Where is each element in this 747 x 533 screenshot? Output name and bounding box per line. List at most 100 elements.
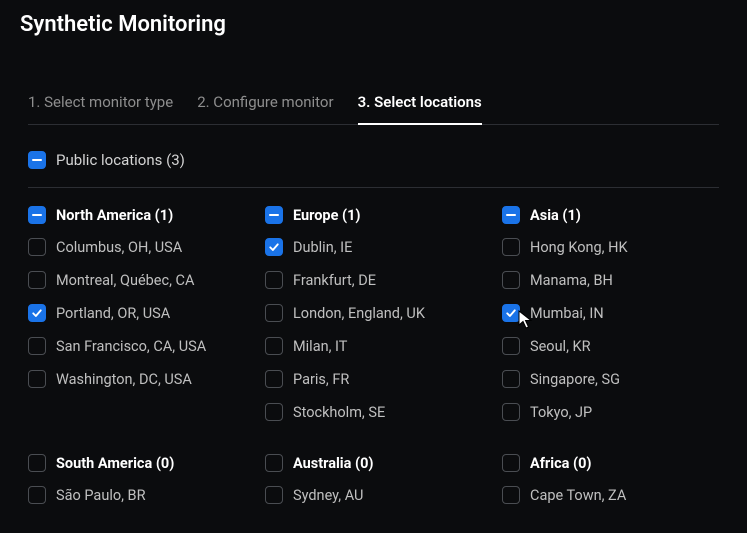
location-label: Dublin, IE [293, 239, 352, 256]
public-locations-label: Public locations (3) [56, 151, 185, 169]
location-checkbox[interactable] [502, 486, 520, 504]
minus-icon [269, 214, 279, 217]
location-item[interactable]: Mumbai, IN [502, 304, 719, 322]
location-checkbox[interactable] [28, 486, 46, 504]
location-label: Stockholm, SE [293, 404, 385, 421]
location-item[interactable]: Hong Kong, HK [502, 238, 719, 256]
location-checkbox[interactable] [265, 486, 283, 504]
location-label: Singapore, SG [530, 371, 620, 388]
location-checkbox[interactable] [28, 304, 46, 322]
region-label: Africa (0) [530, 455, 591, 472]
location-label: Washington, DC, USA [56, 371, 192, 388]
location-checkbox[interactable] [28, 238, 46, 256]
region-label: South America (0) [56, 455, 174, 472]
region-label: Asia (1) [530, 207, 581, 224]
location-label: Paris, FR [293, 371, 349, 388]
wizard-step-1[interactable]: 1. Select monitor type [28, 83, 173, 124]
location-label: Mumbai, IN [530, 305, 604, 322]
location-label: Hong Kong, HK [530, 239, 628, 256]
region-south-america: South America (0) São Paulo, BR [28, 454, 245, 519]
location-checkbox[interactable] [502, 271, 520, 289]
location-checkbox[interactable] [28, 271, 46, 289]
region-checkbox-south-america[interactable] [28, 454, 46, 472]
region-label: North America (1) [56, 207, 173, 224]
region-checkbox-europe[interactable] [265, 206, 283, 224]
location-label: Columbus, OH, USA [56, 239, 182, 256]
location-label: Cape Town, ZA [530, 487, 626, 504]
region-header-north-america: North America (1) [28, 206, 245, 224]
location-checkbox[interactable] [502, 337, 520, 355]
public-locations-checkbox[interactable] [28, 151, 46, 169]
regions-row-2: South America (0) São Paulo, BR Australia … [28, 454, 719, 519]
regions-row-1: North America (1) Columbus, OH, USA Montre… [28, 206, 719, 436]
wizard-step-2[interactable]: 2. Configure monitor [197, 83, 333, 124]
location-checkbox[interactable] [265, 238, 283, 256]
location-label: Portland, OR, USA [56, 305, 170, 322]
region-europe: Europe (1) Dublin, IE Frankfurt, DE London,… [265, 206, 482, 436]
location-label: Manama, BH [530, 272, 613, 289]
location-item[interactable]: Dublin, IE [265, 238, 482, 256]
location-item[interactable]: Portland, OR, USA [28, 304, 245, 322]
location-checkbox[interactable] [265, 304, 283, 322]
location-item[interactable]: Singapore, SG [502, 370, 719, 388]
wizard-step-3[interactable]: 3. Select locations [358, 83, 482, 125]
region-header-south-america: South America (0) [28, 454, 245, 472]
location-checkbox[interactable] [28, 337, 46, 355]
public-locations-header: Public locations (3) [28, 145, 719, 188]
location-item[interactable]: São Paulo, BR [28, 486, 245, 504]
region-checkbox-australia[interactable] [265, 454, 283, 472]
region-header-asia: Asia (1) [502, 206, 719, 224]
region-checkbox-asia[interactable] [502, 206, 520, 224]
location-item[interactable]: Paris, FR [265, 370, 482, 388]
location-item[interactable]: San Francisco, CA, USA [28, 337, 245, 355]
location-item[interactable]: Frankfurt, DE [265, 271, 482, 289]
location-label: London, England, UK [293, 305, 425, 322]
minus-icon [32, 214, 42, 217]
location-checkbox[interactable] [265, 337, 283, 355]
region-australia: Australia (0) Sydney, AU [265, 454, 482, 519]
location-item[interactable]: Milan, IT [265, 337, 482, 355]
location-item[interactable]: Stockholm, SE [265, 403, 482, 421]
minus-icon [506, 214, 516, 217]
region-checkbox-north-america[interactable] [28, 206, 46, 224]
region-africa: Africa (0) Cape Town, ZA [502, 454, 719, 519]
location-checkbox[interactable] [502, 403, 520, 421]
region-header-europe: Europe (1) [265, 206, 482, 224]
location-checkbox[interactable] [265, 271, 283, 289]
region-label: Australia (0) [293, 455, 374, 472]
location-item[interactable]: Montreal, Québec, CA [28, 271, 245, 289]
location-item[interactable]: Manama, BH [502, 271, 719, 289]
location-checkbox[interactable] [502, 304, 520, 322]
location-checkbox[interactable] [502, 370, 520, 388]
wizard-steps: 1. Select monitor type 2. Configure monit… [28, 83, 719, 125]
location-checkbox[interactable] [265, 370, 283, 388]
location-label: Seoul, KR [530, 338, 591, 355]
check-icon [268, 241, 280, 253]
location-label: Montreal, Québec, CA [56, 272, 194, 289]
location-item[interactable]: Washington, DC, USA [28, 370, 245, 388]
minus-icon [32, 159, 42, 162]
location-item[interactable]: Tokyo, JP [502, 403, 719, 421]
location-label: Sydney, AU [293, 487, 363, 504]
location-label: Tokyo, JP [530, 404, 592, 421]
location-checkbox[interactable] [265, 403, 283, 421]
location-item[interactable]: Cape Town, ZA [502, 486, 719, 504]
location-checkbox[interactable] [28, 370, 46, 388]
location-item[interactable]: Seoul, KR [502, 337, 719, 355]
location-label: Frankfurt, DE [293, 272, 376, 289]
check-icon [505, 307, 517, 319]
region-checkbox-africa[interactable] [502, 454, 520, 472]
location-label: São Paulo, BR [56, 487, 146, 504]
region-header-africa: Africa (0) [502, 454, 719, 472]
location-checkbox[interactable] [502, 238, 520, 256]
location-item[interactable]: Columbus, OH, USA [28, 238, 245, 256]
check-icon [31, 307, 43, 319]
page-title: Synthetic Monitoring [0, 0, 747, 45]
location-item[interactable]: Sydney, AU [265, 486, 482, 504]
region-label: Europe (1) [293, 207, 361, 224]
region-north-america: North America (1) Columbus, OH, USA Montre… [28, 206, 245, 436]
location-label: San Francisco, CA, USA [56, 338, 206, 355]
location-label: Milan, IT [293, 338, 347, 355]
region-header-australia: Australia (0) [265, 454, 482, 472]
location-item[interactable]: London, England, UK [265, 304, 482, 322]
